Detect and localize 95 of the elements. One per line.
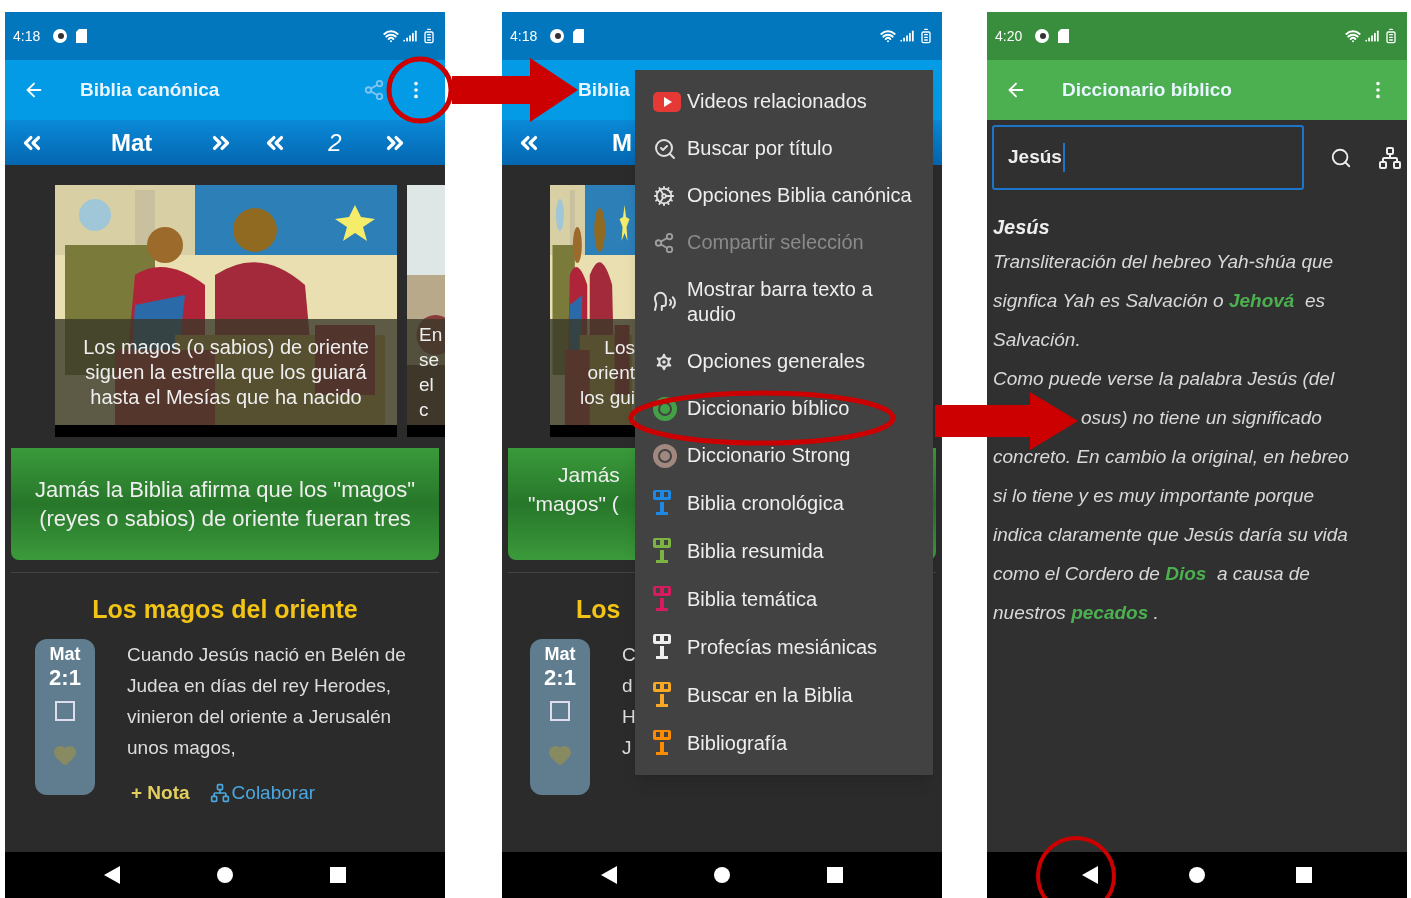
screen-title: Biblia canónica	[80, 77, 220, 102]
menu-item[interactable]: Videos relacionados	[635, 78, 933, 125]
word-link[interactable]: pecados	[1071, 602, 1149, 623]
menu-item[interactable]: Buscar en la Biblia	[635, 671, 933, 719]
search-text: Jesús	[1008, 143, 1065, 172]
menu-item[interactable]: Mostrar barra texto a audio	[635, 266, 933, 338]
add-note-button[interactable]: + Nota	[131, 778, 190, 807]
definition-line: si lo tiene y es muy importante porque	[993, 484, 1316, 508]
definition-line: Transliteración del hebreo Yah-shúa que	[993, 250, 1335, 274]
word-link[interactable]: Dios	[1165, 563, 1207, 584]
book-name[interactable]: Mat	[111, 124, 153, 161]
definition-line: Salvación.	[993, 328, 1082, 352]
banner-text: Jamás la Biblia afirma que los "magos" (reyes o sabios) de oriente fueran tres	[34, 476, 416, 533]
banner-text: Jamás	[558, 462, 620, 488]
definition-line: concreto. En cambio la original, en hebreo	[993, 445, 1350, 469]
slide-caption: En	[418, 323, 443, 347]
verse-text: Cuando Jesús nació en Belén de Judea en días del rey Herodes, vinieron del oriente a Jerusalén unos magos,	[127, 642, 407, 760]
verse-book: Mat	[49, 642, 81, 665]
wifi-icon	[880, 28, 896, 44]
notification-icon	[52, 28, 69, 44]
network-icon[interactable]	[1378, 145, 1402, 170]
menu-item[interactable]: Diccionario Strong	[635, 432, 933, 479]
verse-checkbox[interactable]	[550, 700, 570, 721]
back-icon[interactable]	[103, 866, 120, 884]
menu-item[interactable]: Biblia temática	[635, 575, 933, 623]
slide-caption: los gui	[580, 385, 635, 410]
search-field[interactable]: Jesús	[992, 125, 1304, 190]
verse-text: d	[622, 673, 634, 698]
highlight-circle	[386, 56, 454, 124]
screen-title: Diccionario bíblico	[1062, 77, 1232, 102]
network-icon[interactable]	[209, 782, 230, 803]
back-icon[interactable]	[1082, 866, 1099, 884]
slide-caption: Los	[604, 335, 635, 360]
entry-title: Jesús	[993, 215, 1051, 240]
signal-icon	[900, 29, 914, 43]
slide-card[interactable]: Los magos (o sabios) de oriente siguen la estrella que los guiará hasta el Mesías que ha nacido	[55, 185, 397, 437]
home-icon[interactable]	[714, 867, 730, 883]
menu-item[interactable]: Profecías mesiánicas	[635, 623, 933, 671]
recents-icon[interactable]	[827, 867, 844, 883]
slide-caption: orient	[587, 360, 635, 385]
sd-card-icon	[573, 29, 585, 43]
definition-line: nuestros pecados .	[993, 601, 1160, 625]
verse-text: J	[622, 735, 633, 760]
wifi-icon	[383, 28, 399, 44]
slide-caption: el	[418, 373, 434, 397]
menu-item[interactable]: Opciones Biblia canónica	[635, 172, 933, 219]
sd-card-icon	[1058, 29, 1070, 43]
verse-reference: 2:1	[544, 664, 576, 691]
clock: 4:20	[995, 26, 1023, 46]
definition-line: indica claramente que Jesús daría su vida	[993, 523, 1349, 547]
menu-item[interactable]: Biblia resumida	[635, 527, 933, 575]
slide-caption: se	[418, 348, 440, 372]
verse-text: C	[622, 642, 636, 667]
menu-item[interactable]: Buscar por título	[635, 125, 933, 172]
signal-icon	[403, 29, 417, 43]
menu-item[interactable]: Bibliografía	[635, 719, 933, 767]
home-icon[interactable]	[1189, 867, 1205, 883]
word-link[interactable]: Jehová	[1228, 290, 1295, 311]
clock: 4:18	[510, 26, 538, 46]
menu-item[interactable]: Biblia cronológica	[635, 479, 933, 527]
chapter-number[interactable]: 2	[328, 124, 342, 161]
battery-icon	[1383, 28, 1399, 44]
notification-icon	[1034, 28, 1051, 44]
definition-line: Como puede verse la palabra Jesús (del	[993, 367, 1336, 391]
clock: 4:18	[13, 26, 41, 46]
menu-item[interactable]: Opciones generales	[635, 338, 933, 385]
sd-card-icon	[76, 29, 88, 43]
back-icon[interactable]	[600, 866, 617, 884]
verse-reference: 2:1	[49, 664, 81, 691]
notification-icon	[549, 28, 566, 44]
menu-item[interactable]: Diccionario bíblico	[635, 385, 933, 432]
section-title: Los	[576, 594, 621, 625]
battery-icon	[918, 28, 934, 44]
section-title: Los magos del oriente	[91, 594, 359, 625]
slide-card[interactable]: En se el c	[407, 185, 445, 437]
recents-icon[interactable]	[330, 867, 347, 883]
screen-title: Biblia	[578, 77, 630, 102]
slide-caption: c	[418, 398, 429, 422]
verse-text: H	[622, 704, 636, 729]
search-icon[interactable]	[1330, 146, 1352, 169]
battery-icon	[421, 28, 437, 44]
collaborate-link[interactable]: Colaborar	[231, 778, 316, 807]
definition-line: signfica Yah es Salvación o Jehová es	[993, 289, 1326, 313]
book-name[interactable]: M	[612, 124, 632, 161]
definition-line: osus) no tiene un significado	[1080, 406, 1323, 430]
slide-card[interactable]: Los orient los gui	[550, 185, 635, 437]
recents-icon[interactable]	[1295, 867, 1312, 883]
wifi-icon	[1345, 28, 1361, 44]
signal-icon	[1365, 29, 1379, 43]
verse-book: Mat	[544, 642, 576, 665]
slide-caption: Los magos (o sabios) de oriente siguen la estrella que los guiará hasta el Mesías que ha nacido	[82, 334, 370, 410]
banner-text: "magos" (	[528, 491, 619, 517]
definition-line: como el Cordero de Dios a causa de	[993, 562, 1311, 586]
home-icon[interactable]	[217, 867, 233, 883]
verse-checkbox[interactable]	[55, 700, 75, 721]
